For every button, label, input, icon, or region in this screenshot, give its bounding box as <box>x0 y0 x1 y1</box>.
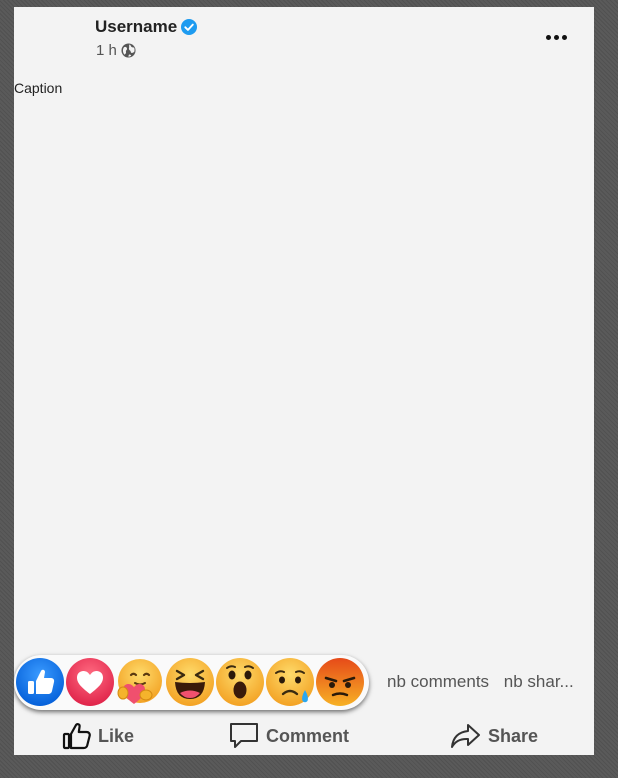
more-options-button[interactable] <box>540 27 572 47</box>
thumbs-up-icon <box>16 658 64 706</box>
post-caption: Caption <box>14 80 63 96</box>
angry-face-icon <box>316 658 364 706</box>
like-button[interactable]: Like <box>62 720 134 752</box>
more-dot <box>561 34 567 40</box>
heart-icon <box>66 658 114 706</box>
reaction-like[interactable] <box>15 657 65 707</box>
comment-icon <box>230 723 258 748</box>
comments-count[interactable]: nb comments <box>387 672 489 692</box>
share-label: Share <box>488 725 539 746</box>
username[interactable]: Username <box>95 17 177 37</box>
care-icon <box>117 659 162 704</box>
post-meta: 1 h <box>96 42 136 59</box>
reaction-angry[interactable] <box>315 657 365 707</box>
verified-badge-icon <box>181 19 197 35</box>
more-dot <box>553 34 559 40</box>
action-bar: Like Comment Share <box>14 715 594 755</box>
laughing-face-icon <box>166 658 214 706</box>
reaction-sad[interactable] <box>265 657 315 707</box>
shares-count[interactable]: nb shar... <box>504 672 574 692</box>
more-horizontal-icon <box>545 34 551 40</box>
reaction-bar <box>14 655 369 710</box>
reaction-haha[interactable] <box>165 657 215 707</box>
surprised-face-icon <box>216 658 264 706</box>
globe-icon <box>121 43 136 58</box>
reaction-care[interactable] <box>115 657 165 707</box>
avatar[interactable] <box>14 15 84 65</box>
thumbs-up-icon <box>62 723 91 750</box>
comment-label: Comment <box>266 725 350 746</box>
share-icon <box>451 724 480 748</box>
like-label: Like <box>98 725 135 746</box>
post-card: Username 1 h Caption nb comments nb shar… <box>14 7 594 755</box>
post-time[interactable]: 1 h <box>96 42 117 59</box>
comment-button[interactable]: Comment <box>228 720 349 752</box>
crying-face-icon <box>266 658 314 706</box>
reaction-wow[interactable] <box>215 657 265 707</box>
reaction-love[interactable] <box>65 657 115 707</box>
post-header: Username 1 h <box>14 7 594 77</box>
post-stats: nb comments nb shar... <box>387 672 574 692</box>
post-media[interactable] <box>14 107 594 652</box>
share-button[interactable]: Share <box>450 720 538 752</box>
